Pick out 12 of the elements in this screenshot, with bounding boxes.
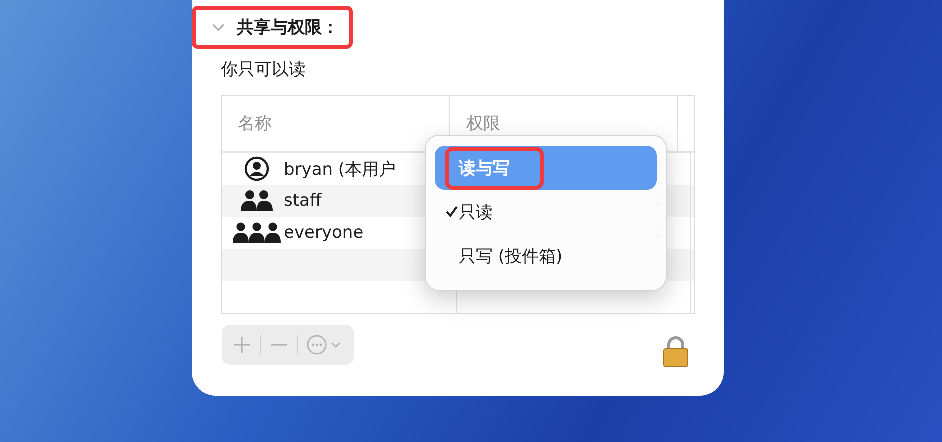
three-people-icon <box>233 221 281 245</box>
member-name: everyone <box>284 223 364 243</box>
menu-item[interactable]: 只读 <box>435 190 657 234</box>
two-people-icon <box>240 189 274 213</box>
member-name: staff <box>284 191 322 211</box>
lock-icon[interactable] <box>663 336 689 368</box>
permission-note: 你只可以读 <box>221 59 306 81</box>
section-header[interactable]: 共享与权限： <box>192 6 353 48</box>
disclosure-icon <box>212 22 225 32</box>
person-circle-icon <box>244 156 270 182</box>
menu-item[interactable]: 只写 (投件箱) <box>435 234 657 278</box>
member-name: bryan (本用户 <box>284 158 396 180</box>
